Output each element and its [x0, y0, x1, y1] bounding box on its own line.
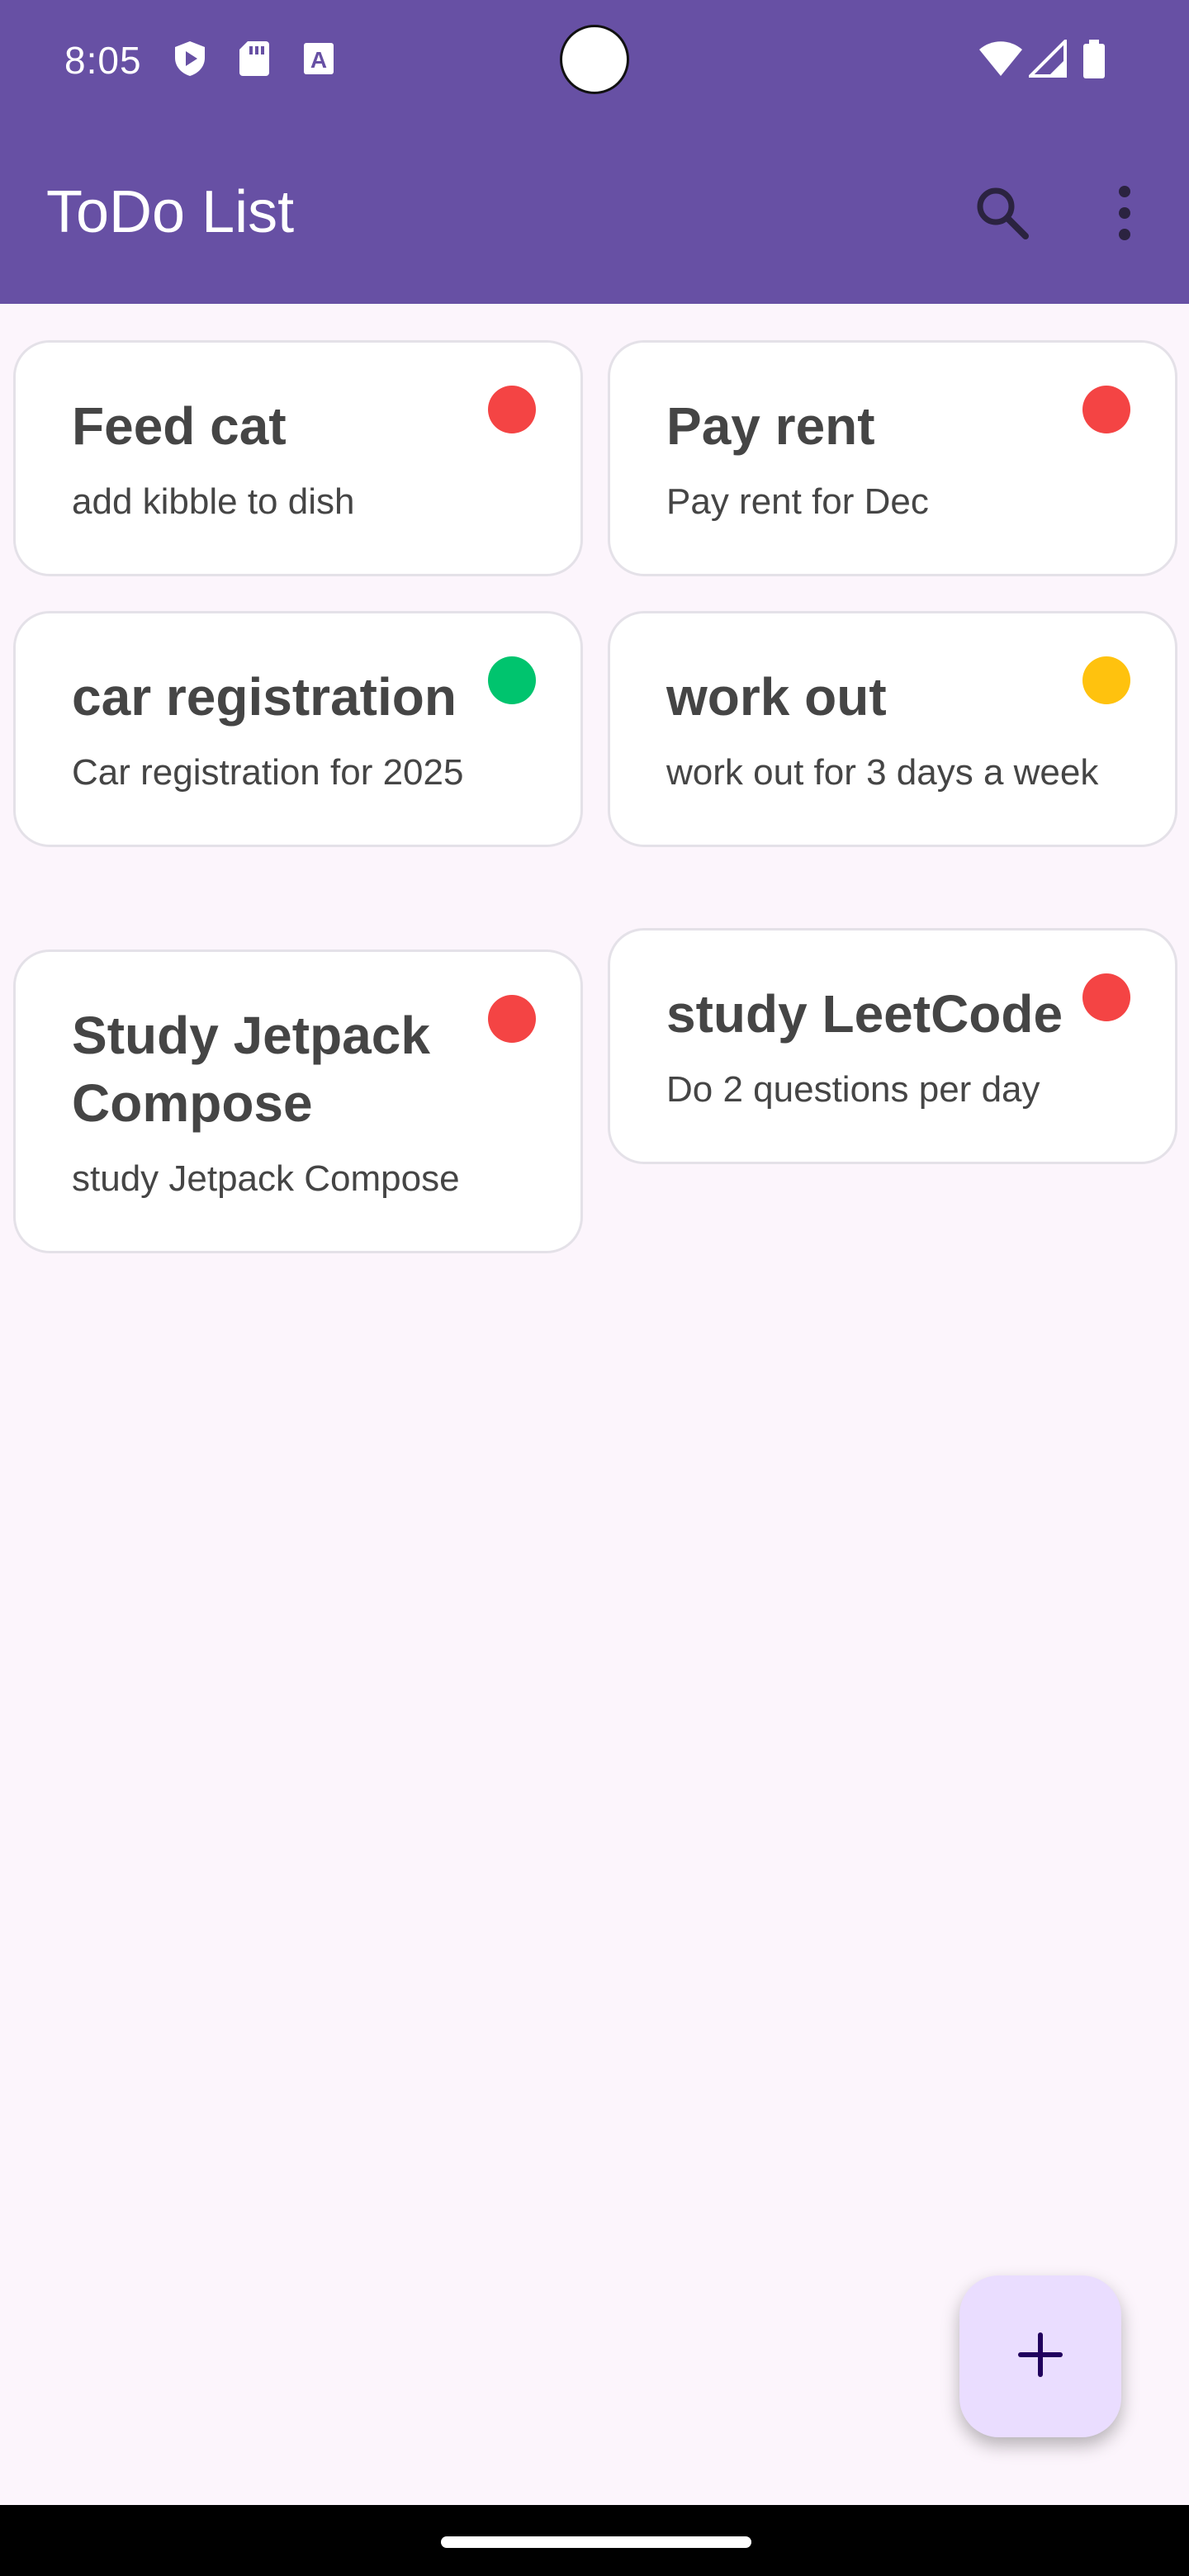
note-title: work out [666, 667, 887, 727]
sd-card-icon [238, 40, 274, 78]
note-card[interactable]: Pay rent Pay rent for Dec [608, 340, 1177, 576]
priority-dot [1082, 656, 1130, 704]
top-app-bar: ToDo List [0, 121, 1189, 304]
priority-dot [488, 386, 536, 433]
app-title: ToDo List [46, 179, 295, 245]
priority-dot [1082, 386, 1130, 433]
note-description: study Jetpack Compose [72, 1158, 460, 1199]
search-icon [971, 187, 1034, 248]
search-button[interactable] [971, 182, 1034, 244]
note-title: Feed cat [72, 396, 287, 456]
note-title: Study Jetpack Compose [72, 1006, 430, 1133]
status-time: 8:05 [64, 39, 142, 82]
note-card[interactable]: work out work out for 3 days a week [608, 611, 1177, 847]
note-title: Pay rent [666, 396, 875, 456]
note-title: study LeetCode [666, 984, 1063, 1044]
add-note-fab[interactable] [959, 2275, 1121, 2437]
priority-dot [1082, 973, 1130, 1021]
note-card[interactable]: Study Jetpack Compose study Jetpack Comp… [13, 949, 583, 1253]
priority-dot [488, 656, 536, 704]
note-description: Pay rent for Dec [666, 481, 929, 522]
note-description: Do 2 questions per day [666, 1069, 1040, 1110]
note-description: work out for 3 days a week [666, 752, 1099, 793]
status-bar: 8:05 A [0, 0, 1189, 121]
font-a-icon: A [302, 40, 339, 78]
more-options-button[interactable] [1106, 182, 1143, 244]
battery-icon [1082, 40, 1106, 78]
camera-cutout [560, 25, 629, 94]
priority-dot [488, 995, 536, 1043]
note-description: Car registration for 2025 [72, 752, 464, 793]
note-description: add kibble to dish [72, 481, 355, 522]
signal-icon [1026, 37, 1067, 78]
more-vert-icon [1106, 186, 1143, 248]
gesture-handle[interactable] [441, 2536, 751, 2548]
add-icon [1017, 2332, 1063, 2382]
note-card[interactable]: car registration Car registration for 20… [13, 611, 583, 847]
app-screen: 8:05 A ToDo List Feed cat add kibble to … [0, 0, 1189, 2576]
note-card[interactable]: study LeetCode Do 2 questions per day [608, 928, 1177, 1164]
note-title: car registration [72, 667, 457, 727]
note-card[interactable]: Feed cat add kibble to dish [13, 340, 583, 576]
play-protect-icon [172, 40, 208, 78]
svg-text:A: A [310, 47, 327, 73]
navigation-bar [0, 2505, 1189, 2576]
wifi-icon [978, 40, 1024, 78]
